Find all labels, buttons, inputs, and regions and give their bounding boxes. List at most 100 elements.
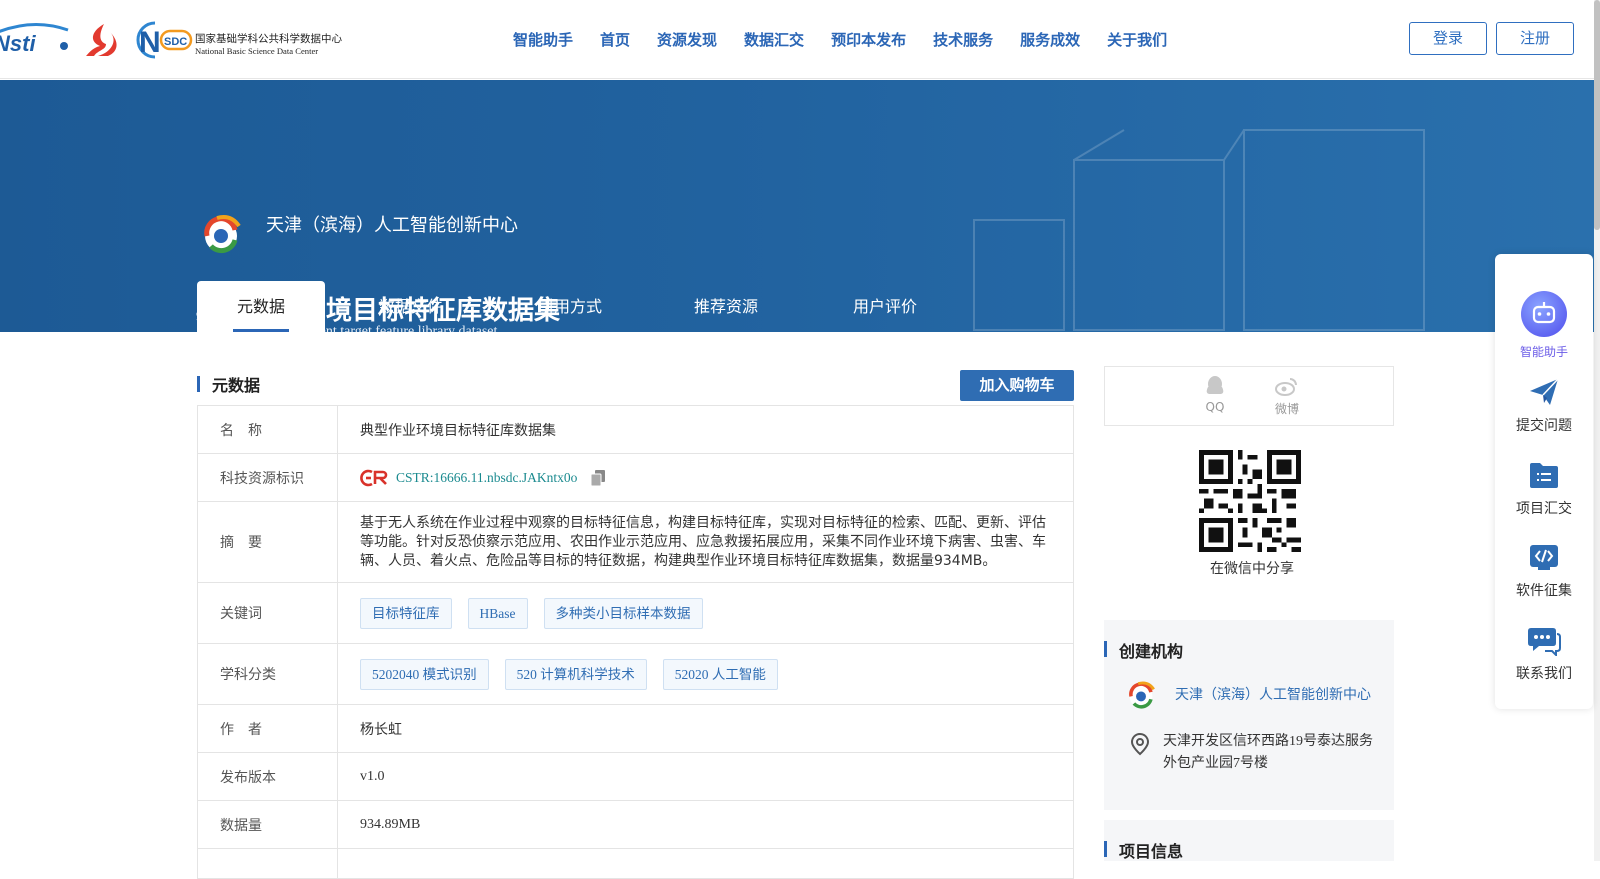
cstr-cell: CSTR:16666.11.nbsdc.JAKntx0o [338, 454, 1073, 501]
side-contact-label: 联系我们 [1516, 666, 1572, 682]
abstract-value: 基于无人系统在作业过程中观察的目标特征信息，构建目标特征库，实现对目标特征的检索… [360, 514, 1046, 569]
creator-card: 创建机构 天津（滨海）人工智能创新中心 天津开发区信环西路19号泰达服务外包产业… [1104, 620, 1394, 810]
keyword-tag[interactable]: 多种类小目标样本数据 [543, 597, 703, 629]
table-row: 关键词 目标特征库 HBase 多种类小目标样本数据 [198, 583, 1073, 644]
svg-text:National Basic Science Data Ce: National Basic Science Data Center [195, 46, 318, 56]
share-weibo[interactable]: 微博 [1267, 375, 1307, 417]
tab-data-files[interactable]: 数据文件 [325, 281, 497, 332]
nsdc-logo[interactable]: N SDC 国家基础学科公共科学数据中心 National Basic Scie… [135, 20, 350, 60]
table-row: 摘 要 基于无人系统在作业过程中观察的目标特征信息，构建目标特征库，实现对目标特… [198, 502, 1073, 583]
subject-tag[interactable]: 5202040 模式识别 [360, 658, 489, 690]
keyword-tag[interactable]: HBase [467, 597, 528, 629]
side-submit-question[interactable]: 提交问题 [1495, 376, 1593, 435]
table-cell-empty [338, 849, 1073, 878]
share-box: QQ 微博 [1104, 366, 1394, 426]
side-assistant[interactable]: 智能助手 [1495, 290, 1593, 360]
abstract-label: 摘 要 [198, 502, 338, 582]
tab-user-reviews[interactable]: 用户评价 [809, 281, 961, 332]
share-qq[interactable]: QQ [1195, 375, 1235, 414]
tab-metadata[interactable]: 元数据 [197, 281, 325, 332]
login-button[interactable]: 登录 [1409, 22, 1487, 55]
project-title: 项目信息 [1119, 842, 1184, 861]
nav-data-submit[interactable]: 数据汇交 [744, 28, 804, 52]
section-accent-bar [1104, 641, 1107, 657]
table-row [198, 849, 1073, 879]
table-row: 名 称 典型作业环境目标特征库数据集 [198, 406, 1073, 454]
side-assistant-label: 智能助手 [1519, 345, 1568, 359]
svg-text:国家基础学科公共科学数据中心: 国家基础学科公共科学数据中心 [195, 32, 342, 45]
side-project-submit[interactable]: 项目汇交 [1495, 459, 1593, 518]
svg-text:Nsti: Nsti [0, 31, 36, 56]
banner-decoration [973, 129, 1425, 331]
wechat-share-caption: 在微信中分享 [1210, 561, 1294, 577]
svg-text:SDC: SDC [164, 36, 187, 48]
creator-org-logo [1129, 681, 1155, 709]
metadata-table: 名 称 典型作业环境目标特征库数据集 科技资源标识 CSTR:16666.11.… [197, 405, 1074, 879]
qq-icon [1206, 376, 1224, 394]
add-to-cart-button[interactable]: 加入购物车 [960, 370, 1074, 401]
org-name[interactable]: 天津（滨海）人工智能创新中心 [266, 211, 518, 237]
keywords-label: 关键词 [198, 583, 338, 643]
subject-tag[interactable]: 520 计算机科学技术 [504, 658, 647, 690]
creator-title: 创建机构 [1119, 642, 1184, 661]
table-row: 学科分类 5202040 模式识别 520 计算机科学技术 52020 人工智能 [198, 644, 1073, 705]
side-contact-us[interactable]: 联系我们 [1495, 624, 1593, 683]
qq-label: QQ [1205, 400, 1225, 414]
nav-discover[interactable]: 资源发现 [657, 28, 717, 52]
cstr-logo-icon [360, 469, 388, 486]
nav-service-results[interactable]: 服务成效 [1020, 28, 1080, 52]
copy-icon[interactable] [591, 469, 606, 486]
nav-assistant[interactable]: 智能助手 [513, 28, 573, 52]
subject-tag[interactable]: 52020 人工智能 [662, 658, 778, 690]
wechat-qr-code [1199, 450, 1301, 552]
table-row: 数据量 934.89MB [198, 801, 1073, 849]
side-software-collect[interactable]: 软件征集 [1495, 541, 1593, 600]
side-project-label: 项目汇交 [1516, 501, 1572, 517]
tab-recommended[interactable]: 推荐资源 [643, 281, 809, 332]
dataset-tabs: 元数据 数据文件 引用方式 推荐资源 用户评价 [197, 281, 961, 332]
paper-plane-icon [1530, 378, 1559, 405]
dataset-banner: 天津（滨海）人工智能创新中心 典型作业环境目标特征库数据集 Typecal jo… [0, 80, 1594, 332]
side-submit-label: 提交问题 [1516, 418, 1572, 434]
location-pin-icon [1130, 732, 1150, 756]
floating-side-panel: 智能助手 提交问题 项目汇交 软件征集 联系我们 [1495, 254, 1593, 709]
register-button[interactable]: 注册 [1496, 22, 1574, 55]
cstr-label: 科技资源标识 [198, 454, 338, 501]
nav-preprint[interactable]: 预印本发布 [831, 28, 906, 52]
size-value: 934.89MB [360, 816, 421, 832]
subjects-cell: 5202040 模式识别 520 计算机科学技术 52020 人工智能 [338, 644, 1073, 704]
code-icon [1530, 545, 1558, 570]
keywords-cell: 目标特征库 HBase 多种类小目标样本数据 [338, 583, 1073, 643]
svg-text:N: N [139, 26, 161, 59]
version-label: 发布版本 [198, 753, 338, 800]
casc-logo[interactable] [82, 22, 120, 58]
folder-list-icon [1530, 463, 1558, 488]
section-accent-bar [197, 376, 200, 392]
weibo-label: 微博 [1274, 402, 1299, 416]
org-logo [204, 215, 241, 254]
metadata-section-title: 元数据 [212, 376, 261, 395]
nav-home[interactable]: 首页 [600, 28, 630, 52]
keyword-tag[interactable]: 目标特征库 [360, 597, 452, 629]
scrollbar-thumb[interactable] [1594, 0, 1600, 230]
nav-about[interactable]: 关于我们 [1107, 28, 1167, 52]
project-card: 项目信息 [1104, 820, 1394, 861]
creator-address: 天津开发区信环西路19号泰达服务外包产业园7号楼 [1163, 734, 1373, 771]
subject-label: 学科分类 [198, 644, 338, 704]
nav-tech-service[interactable]: 技术服务 [933, 28, 993, 52]
page-scrollbar[interactable] [1594, 0, 1600, 861]
cstr-link[interactable]: CSTR:16666.11.nbsdc.JAKntx0o [396, 470, 577, 486]
top-header: Nsti N SDC 国家基础学科公共科学数据中心 National Basic… [0, 0, 1600, 79]
table-cell-empty [198, 849, 338, 878]
name-value: 典型作业环境目标特征库数据集 [360, 422, 556, 439]
nstl-logo[interactable]: Nsti [0, 20, 72, 60]
weibo-icon [1275, 378, 1297, 396]
section-accent-bar [1104, 841, 1107, 857]
main-nav: 智能助手 首页 资源发现 数据汇交 预印本发布 技术服务 服务成效 关于我们 [513, 28, 1194, 52]
side-software-label: 软件征集 [1516, 583, 1572, 599]
tab-citation[interactable]: 引用方式 [497, 281, 643, 332]
creator-org-link[interactable]: 天津（滨海）人工智能创新中心 [1175, 684, 1371, 704]
author-label: 作 者 [198, 705, 338, 752]
table-row: 发布版本 v1.0 [198, 753, 1073, 801]
author-value: 杨长虹 [360, 721, 402, 738]
